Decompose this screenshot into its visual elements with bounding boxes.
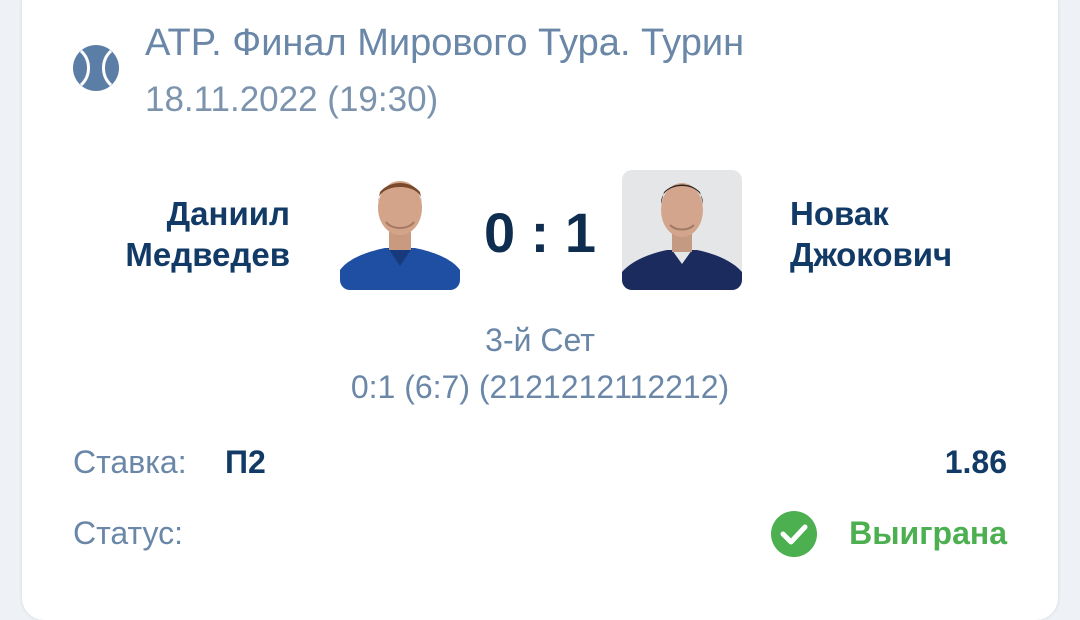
player1-avatar <box>340 170 460 290</box>
bet-odds: 1.86 <box>944 444 1007 480</box>
player2-name[interactable]: Новак Джокович <box>790 193 952 275</box>
bet-value: П2 <box>225 444 266 480</box>
event-datetime: 18.11.2022 (19:30) <box>145 80 439 119</box>
player1-last-name: Медведев <box>125 236 290 273</box>
player1-name[interactable]: Даниил Медведев <box>125 193 290 275</box>
event-title: ATP. Финал Мирового Тура. Турин <box>145 22 745 64</box>
tennis-ball-icon <box>73 45 119 91</box>
player2-avatar <box>622 170 742 290</box>
match-score: 0 : 1 <box>483 201 597 264</box>
set-label: 3-й Сет <box>485 322 595 358</box>
player2-last-name: Джокович <box>790 236 953 273</box>
status-label: Статус: <box>73 515 184 551</box>
player1-first-name: Даниил <box>166 195 290 232</box>
player2-first-name: Новак <box>790 195 889 232</box>
status-value: Выиграна <box>849 515 1007 551</box>
set-detail: 0:1 (6:7) (2121212112212) <box>350 369 730 405</box>
bet-label: Ставка: <box>73 444 187 480</box>
check-circle-icon <box>771 511 817 557</box>
